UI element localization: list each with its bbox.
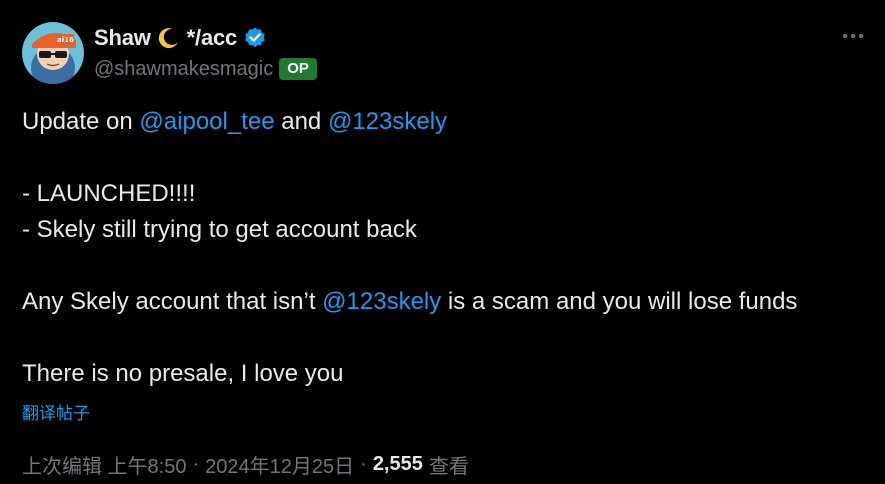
author-name-row: Shaw */acc <box>94 24 267 52</box>
line-break <box>22 320 867 356</box>
meta-separator: · <box>192 453 200 475</box>
author-name-suffix[interactable]: */acc <box>187 25 238 51</box>
verified-badge-icon[interactable] <box>243 26 267 50</box>
line-break <box>22 248 867 284</box>
tweet-line-1-prefix: Update on <box>22 108 140 135</box>
tweet-line-4: Any Skely account that isn’t @123skely i… <box>22 284 867 320</box>
tweet-line-2: - LAUNCHED!!!! <box>22 180 196 207</box>
avatar-cap-text: ai16 <box>57 36 74 44</box>
more-options-button[interactable] <box>839 26 867 46</box>
op-badge: OP <box>279 58 317 80</box>
author-display-name[interactable]: Shaw <box>94 25 151 51</box>
line-break <box>22 140 867 176</box>
tweet-text: Update on @aipool_tee and @123skely - LA… <box>22 104 867 392</box>
translate-post-link[interactable]: 翻译帖子 <box>22 399 90 424</box>
post-date[interactable]: 2024年12月25日 <box>205 450 354 479</box>
views-label: 查看 <box>428 456 469 478</box>
mention-aipool-tee-link[interactable]: @aipool_tee <box>139 108 274 135</box>
tweet-meta-row: 上次编辑 上午8:50 · 2024年12月25日 · 2,555 查看 <box>22 450 469 479</box>
tweet-line-5: There is no presale, I love you <box>22 360 344 387</box>
mention-123skely-link[interactable]: @123skely <box>328 108 447 135</box>
tweet-line-4-prefix: Any Skely account that isn’t <box>22 288 323 315</box>
meta-separator: · <box>360 453 367 475</box>
edited-timestamp[interactable]: 上次编辑 上午8:50 <box>22 450 186 479</box>
avatar[interactable]: ai16 <box>22 22 84 84</box>
tweet-line-3: - Skely still trying to get account back <box>22 216 417 243</box>
tweet-line-1-mid: and <box>274 108 328 135</box>
author-handle[interactable]: @shawmakesmagic <box>94 58 273 81</box>
views-count: 2,555 <box>372 453 423 475</box>
author-handle-row: @shawmakesmagic OP <box>94 56 317 82</box>
mention-123skely-link-2[interactable]: @123skely <box>322 288 441 315</box>
tweet-line-4-suffix: is a scam and you will lose funds <box>441 288 798 315</box>
crescent-moon-icon <box>157 26 181 50</box>
tweet-line-1: Update on @aipool_tee and @123skely <box>22 104 867 140</box>
more-dots-icon <box>843 34 863 38</box>
avatar-image: ai16 <box>22 22 84 84</box>
